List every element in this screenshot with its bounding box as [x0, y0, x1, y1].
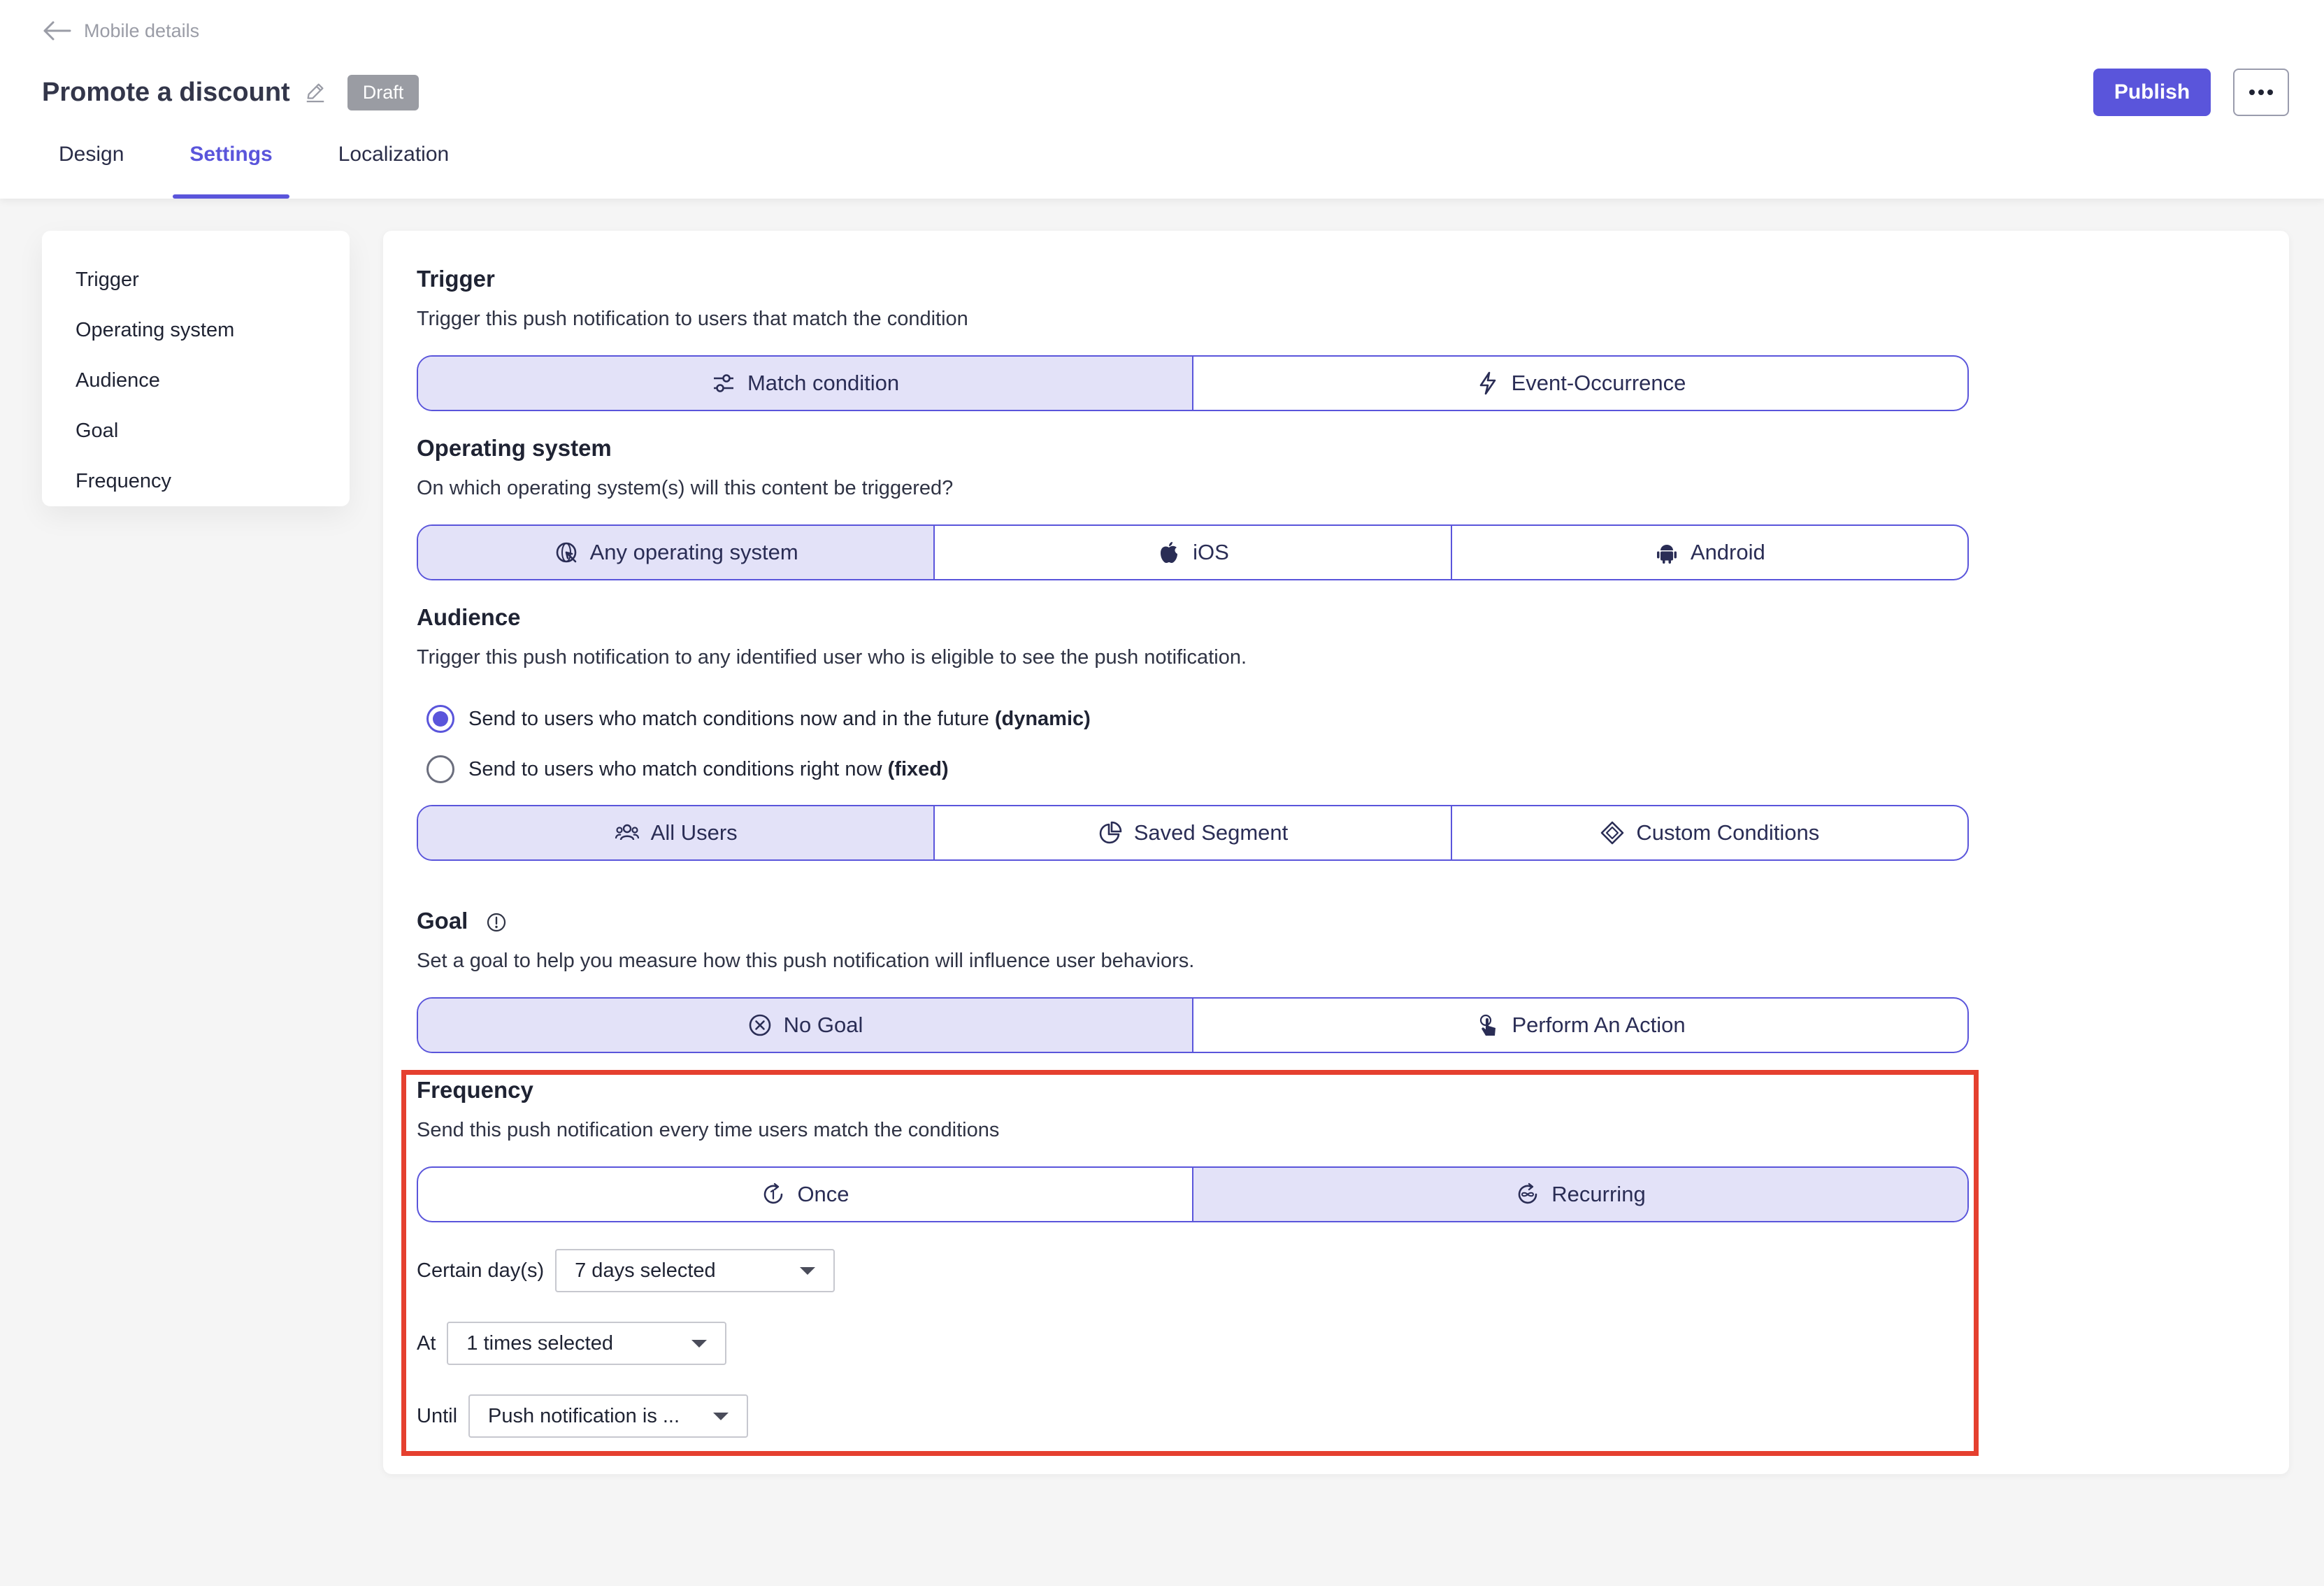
settings-sidenav: Trigger Operating system Audience Goal F…: [42, 231, 350, 506]
radio-label: Send to users who match conditions right…: [468, 757, 949, 780]
at-times-select[interactable]: 1 times selected: [447, 1322, 727, 1365]
until-label: Until: [417, 1404, 458, 1427]
option-label: No Goal: [783, 1013, 863, 1037]
frequency-option-once[interactable]: Once: [418, 1168, 1193, 1221]
audience-option-saved-segment[interactable]: Saved Segment: [935, 806, 1452, 859]
option-label: Perform An Action: [1512, 1013, 1686, 1037]
tab-settings[interactable]: Settings: [173, 133, 290, 199]
option-label: All Users: [650, 820, 738, 845]
os-selector: Any operating system iOS Android: [417, 524, 1969, 580]
chevron-down-icon: [713, 1412, 729, 1420]
more-horizontal-icon: [2249, 90, 2273, 95]
chevron-down-icon: [691, 1339, 708, 1348]
os-description: On which operating system(s) will this c…: [417, 477, 954, 499]
trigger-selector: Match condition Event-Occurrence: [417, 355, 1969, 411]
audience-option-custom-conditions[interactable]: Custom Conditions: [1452, 806, 1967, 859]
users-icon: [615, 824, 639, 841]
certain-days-row: Certain day(s) 7 days selected: [417, 1249, 835, 1292]
back-link-label: Mobile details: [84, 20, 200, 41]
sidenav-item-operating-system[interactable]: Operating system: [42, 305, 350, 355]
sidenav-item-trigger[interactable]: Trigger: [42, 255, 350, 305]
pie-chart-icon: [1099, 821, 1121, 844]
os-title: Operating system: [417, 435, 612, 461]
frequency-selector: Once Recurring: [417, 1166, 1969, 1222]
at-row: At 1 times selected: [417, 1322, 727, 1365]
certain-days-label: Certain day(s): [417, 1259, 545, 1282]
option-label: Event-Occurrence: [1511, 371, 1686, 395]
option-label: iOS: [1193, 540, 1229, 564]
trigger-description: Trigger this push notification to users …: [417, 308, 968, 330]
globe-pointer-icon: [556, 542, 576, 563]
publish-button[interactable]: Publish: [2093, 69, 2211, 116]
at-label: At: [417, 1331, 436, 1355]
until-row: Until Push notification is ...: [417, 1394, 749, 1438]
option-label: Android: [1690, 540, 1765, 564]
goal-title: Goal: [417, 908, 507, 934]
audience-title: Audience: [417, 604, 521, 630]
audience-radio-dynamic[interactable]: Send to users who match conditions now a…: [426, 705, 1091, 733]
page-header: Mobile details Promote a discount Draft …: [0, 0, 2324, 199]
audience-option-all-users[interactable]: All Users: [418, 806, 935, 859]
os-option-any[interactable]: Any operating system: [418, 526, 935, 579]
info-icon[interactable]: [486, 912, 507, 933]
apple-icon: [1161, 542, 1178, 563]
pencil-icon[interactable]: [304, 80, 328, 104]
certain-days-value: 7 days selected: [575, 1259, 716, 1282]
option-label: Once: [797, 1182, 849, 1206]
lightning-icon: [1479, 371, 1495, 395]
option-label: Saved Segment: [1133, 820, 1289, 845]
goal-selector: No Goal Perform An Action: [417, 997, 1969, 1053]
option-label: Match condition: [747, 371, 900, 395]
goal-option-no-goal[interactable]: No Goal: [418, 999, 1193, 1052]
goal-title-text: Goal: [417, 908, 468, 934]
until-select[interactable]: Push notification is ...: [468, 1394, 749, 1438]
tab-bar: Design Settings Localization: [42, 133, 498, 199]
sidenav-item-goal[interactable]: Goal: [42, 406, 350, 456]
trigger-title: Trigger: [417, 266, 495, 292]
arrow-left-icon: [43, 21, 71, 41]
frequency-option-recurring[interactable]: Recurring: [1193, 1168, 1967, 1221]
android-icon: [1656, 545, 1677, 564]
goal-option-perform-action[interactable]: Perform An Action: [1193, 999, 1967, 1052]
back-link[interactable]: Mobile details: [42, 18, 199, 43]
title-row: Promote a discount Draft: [42, 73, 419, 112]
audience-selector: All Users Saved Segment Custom Condition…: [417, 805, 1969, 861]
more-options-button[interactable]: [2233, 69, 2289, 116]
certain-days-select[interactable]: 7 days selected: [555, 1249, 835, 1292]
option-label: Recurring: [1551, 1182, 1646, 1206]
x-circle-icon: [749, 1014, 770, 1036]
option-label: Custom Conditions: [1636, 820, 1820, 845]
trigger-option-event-occurrence[interactable]: Event-Occurrence: [1193, 357, 1967, 410]
sidenav-item-audience[interactable]: Audience: [42, 355, 350, 406]
os-option-ios[interactable]: iOS: [935, 526, 1452, 579]
frequency-title: Frequency: [417, 1077, 533, 1103]
tab-localization[interactable]: Localization: [322, 133, 466, 199]
until-value: Push notification is ...: [488, 1404, 680, 1427]
page-title: Promote a discount: [42, 77, 290, 107]
frequency-description: Send this push notification every time u…: [417, 1119, 1000, 1141]
at-times-value: 1 times selected: [466, 1331, 613, 1355]
audience-description: Trigger this push notification to any id…: [417, 646, 1247, 669]
sidenav-item-frequency[interactable]: Frequency: [42, 456, 350, 506]
os-option-android[interactable]: Android: [1452, 526, 1967, 579]
option-label: Any operating system: [589, 540, 798, 564]
radio-button[interactable]: [426, 705, 454, 733]
radio-label: Send to users who match conditions now a…: [468, 707, 1091, 730]
recurring-icon: [1519, 1183, 1537, 1204]
trigger-option-match-condition[interactable]: Match condition: [418, 357, 1193, 410]
sliders-icon: [713, 374, 733, 392]
radio-button[interactable]: [426, 755, 454, 783]
tab-design[interactable]: Design: [42, 133, 141, 199]
audience-radio-fixed[interactable]: Send to users who match conditions right…: [426, 755, 949, 783]
tap-icon: [1480, 1014, 1496, 1036]
goal-description: Set a goal to help you measure how this …: [417, 950, 1195, 972]
status-badge: Draft: [347, 74, 419, 110]
chevron-down-icon: [800, 1266, 816, 1275]
once-icon: [764, 1183, 783, 1204]
diamond-icon: [1601, 821, 1624, 845]
